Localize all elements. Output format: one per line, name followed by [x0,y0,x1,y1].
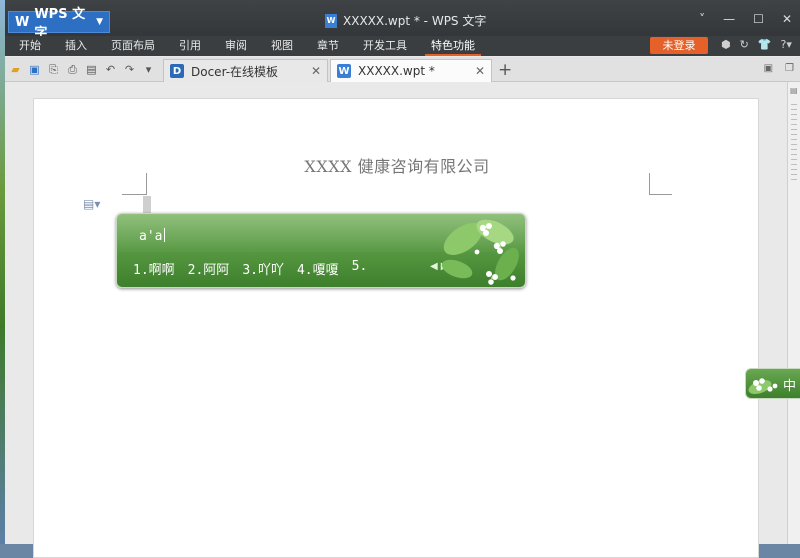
ime-candidate-list: 1.啊啊 2.阿阿 3.吖吖 4.嗄嗄 5. [133,259,367,278]
menu-item-special-features[interactable]: 特色功能 [419,36,487,56]
document-icon: W [325,13,337,28]
undo-icon[interactable]: ↶ [104,63,117,76]
restore-icon[interactable]: ❐ [785,63,794,74]
margin-mark-top-right [649,173,650,195]
document-page[interactable]: XXXX 健康咨询有限公司 ▤▾ [33,98,759,558]
window-controls: ˅ — ☐ ✕ [699,12,792,26]
window-title-text: XXXXX.wpt * - WPS 文字 [343,14,487,28]
ribbon-collapse-button[interactable]: ˅ [699,12,705,26]
export-pdf-icon[interactable]: ⎘ [47,63,60,76]
save-icon[interactable]: ▣ [28,63,41,76]
ime-composition-text: a'a [139,228,165,244]
vertical-scrollbar[interactable]: ▤ [787,82,800,544]
help-button[interactable]: ?▾ [781,38,792,51]
ime-candidate[interactable]: 3.吖吖 [242,259,284,278]
login-button[interactable]: 未登录 [650,37,708,54]
skin-icon[interactable]: 👕 [758,38,772,51]
menu-item-home[interactable]: 开始 [5,36,53,56]
ime-candidate[interactable]: 4.嗄嗄 [297,259,339,278]
maximize-button[interactable]: ☐ [753,12,764,26]
vertical-ruler [791,104,797,184]
ime-mode-indicator[interactable]: 中 [783,375,796,394]
paragraph-options-icon[interactable]: ▤▾ [83,197,100,211]
wps-document-icon: W [337,64,351,78]
chevron-down-icon: ▼ [96,17,103,27]
tab-bar-right-tools: ▣ ❐ [764,63,794,74]
ime-skin-flower-decoration [441,219,519,285]
tab-label: Docer-在线模板 [191,64,279,79]
docer-icon: D [170,64,184,78]
menu-item-page-layout[interactable]: 页面布局 [99,36,167,56]
menu-item-developer[interactable]: 开发工具 [351,36,419,56]
document-tab-bar: ▰ ▣ ⎘ ⎙ ▤ ↶ ↷ ▾ D Docer-在线模板 ✕ W XXXXX.w… [5,57,800,82]
menu-item-insert[interactable]: 插入 [53,36,99,56]
title-bar: W WPS 文字 ▼ W XXXXX.wpt * - WPS 文字 ˅ — ☐ … [5,0,800,41]
ime-candidate-window: a'a 1.啊啊 2.阿阿 3.吖吖 4.嗄嗄 5. ◀ ▶ [116,213,526,288]
document-canvas[interactable]: XXXX 健康咨询有限公司 ▤▾ [5,82,787,558]
close-icon[interactable]: ✕ [475,64,485,78]
menu-item-sections[interactable]: 章节 [305,36,351,56]
tab-list-icon[interactable]: ▣ [764,63,773,74]
tab-label: XXXXX.wpt * [358,64,435,78]
text-cursor [143,196,151,214]
redo-icon[interactable]: ↷ [123,63,136,76]
ime-status-flower-icon [748,378,778,394]
customize-toolbar-icon[interactable]: ▾ [142,63,155,76]
feedback-icon[interactable]: ⬢ [721,38,731,51]
open-folder-icon[interactable]: ▰ [9,63,22,76]
menu-item-review[interactable]: 审阅 [213,36,259,56]
window-title: W XXXXX.wpt * - WPS 文字 [325,12,486,29]
wps-app-menu-button[interactable]: W WPS 文字 ▼ [8,7,110,41]
tab-document[interactable]: W XXXXX.wpt * ✕ [330,59,492,82]
ime-candidate[interactable]: 5. [352,259,368,278]
margin-mark-top-left [122,194,146,195]
tab-docer-templates[interactable]: D Docer-在线模板 ✕ [163,59,328,82]
print-preview-icon[interactable]: ▤ [85,63,98,76]
menu-right-tools: ⬢ ↻ 👕 ?▾ [721,38,792,51]
margin-mark-top-left [146,173,147,195]
close-button[interactable]: ✕ [782,12,792,26]
ime-candidate[interactable]: 1.啊啊 [133,259,175,278]
page-header-text[interactable]: XXXX 健康咨询有限公司 [34,153,760,177]
menu-item-references[interactable]: 引用 [167,36,213,56]
minimize-button[interactable]: — [723,12,735,26]
print-icon[interactable]: ⎙ [66,63,79,76]
menu-item-view[interactable]: 视图 [259,36,305,56]
ime-candidate[interactable]: 2.阿阿 [188,259,230,278]
wps-logo-icon: W [15,14,30,30]
close-icon[interactable]: ✕ [311,64,321,78]
new-tab-plus-icon[interactable]: + [498,60,512,80]
sync-icon[interactable]: ↻ [740,38,749,51]
ruler-toggle-icon[interactable]: ▤ [790,86,798,95]
quick-access-toolbar: ▰ ▣ ⎘ ⎙ ▤ ↶ ↷ ▾ [9,63,155,77]
ime-status-bar[interactable]: 中 [745,368,800,399]
margin-mark-top-right [650,194,672,195]
